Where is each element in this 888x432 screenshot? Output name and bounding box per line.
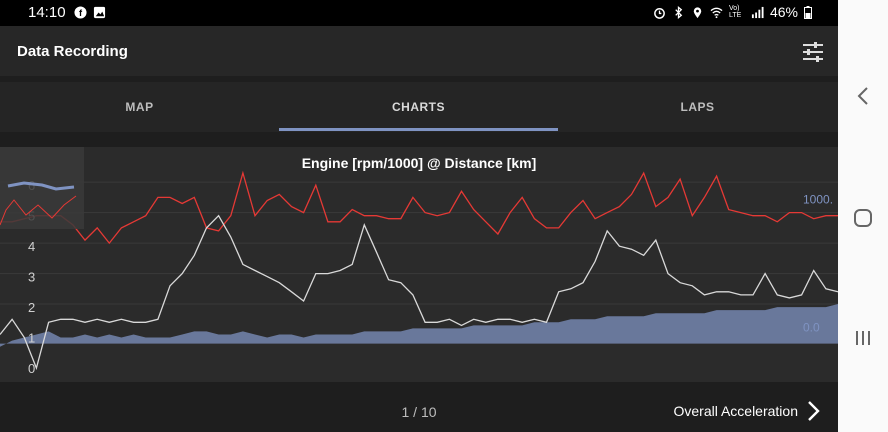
- facebook-icon: f: [74, 6, 87, 19]
- chart-area[interactable]: 01234561000.0.0: [0, 147, 838, 382]
- y-tick-label: 1: [28, 331, 35, 346]
- tab-laps[interactable]: LAPS: [558, 82, 837, 132]
- volte-label: Vo) LTE: [728, 5, 742, 19]
- signal-icon: [751, 6, 764, 18]
- series-line-0: [0, 170, 838, 245]
- status-right: Vo) LTE 46%: [653, 4, 812, 20]
- y-tick-label: 2: [28, 300, 35, 315]
- status-time: 14:10: [28, 4, 66, 21]
- recents-icon[interactable]: [848, 323, 878, 353]
- y-tick-label: 4: [28, 239, 35, 254]
- chevron-right-icon: [808, 401, 820, 421]
- next-chart-label: Overall Acceleration: [673, 403, 798, 419]
- active-tab-indicator: [279, 128, 558, 131]
- tab-map[interactable]: MAP: [0, 82, 279, 132]
- series-area: [0, 304, 838, 347]
- page-title: Data Recording: [17, 43, 128, 60]
- tab-bar: MAP CHARTS LAPS: [0, 82, 838, 132]
- tune-icon[interactable]: [800, 39, 826, 65]
- system-navigation-bar: [838, 0, 888, 432]
- battery-icon: [804, 5, 812, 19]
- tab-charts[interactable]: CHARTS: [279, 82, 558, 132]
- home-icon[interactable]: [848, 203, 878, 233]
- wifi-icon: [710, 7, 723, 18]
- series-line-1: [0, 214, 838, 371]
- right-axis-label-max: 1000.: [803, 193, 833, 207]
- chart-title: Engine [rpm/1000] @ Distance [km]: [301, 155, 537, 171]
- y-tick-label: 0: [28, 361, 35, 376]
- gallery-icon: [93, 6, 106, 19]
- bluetooth-icon: [675, 5, 683, 19]
- location-icon: [693, 6, 702, 18]
- chart[interactable]: 01234561000.0.0: [0, 147, 838, 382]
- back-icon[interactable]: [848, 81, 878, 111]
- next-chart-button[interactable]: Overall Acceleration: [673, 400, 820, 422]
- right-axis-label-min: 0.0: [803, 320, 820, 334]
- y-tick-label: 3: [28, 270, 35, 285]
- app-bar: Data Recording: [0, 26, 838, 76]
- alarm-icon: [654, 7, 665, 19]
- status-bar: 14:10 f Vo) LTE 46%: [0, 0, 838, 26]
- chart-footer: 1 / 10 Overall Acceleration: [0, 382, 838, 432]
- notification-icons: f: [74, 6, 106, 19]
- battery-percent: 46%: [769, 4, 798, 20]
